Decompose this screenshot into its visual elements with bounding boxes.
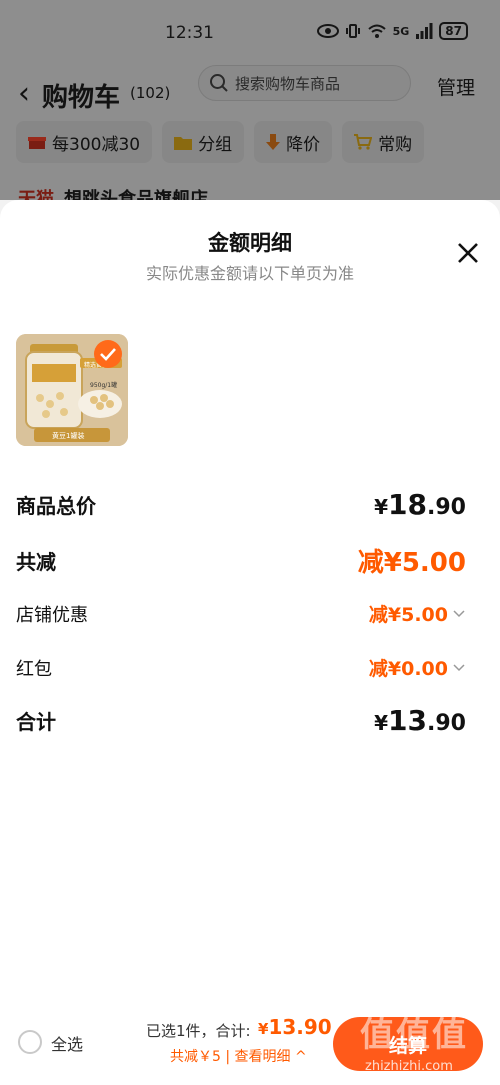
store-discount-value: 减¥5.00	[368, 604, 448, 626]
select-all-label[interactable]: 全选	[51, 1031, 83, 1055]
chevron-down-icon	[453, 609, 465, 617]
folder-icon	[174, 136, 193, 150]
subtotal-value: ¥18.90	[374, 488, 466, 521]
total-reduce-value: 减¥5.00	[357, 548, 466, 578]
down-arrow-icon	[266, 134, 281, 150]
total-row: 合计 ¥13.90	[16, 704, 466, 737]
filter-chip-frequent[interactable]: 常购	[342, 121, 425, 163]
filter-chip-group[interactable]: 分组	[162, 121, 245, 163]
select-all-radio[interactable]	[18, 1030, 42, 1054]
gift-icon	[28, 137, 46, 149]
sheet-title: 金额明细	[208, 231, 292, 255]
product-tag-label: 黄豆1罐装	[52, 432, 85, 440]
total-label: 合计	[16, 710, 56, 734]
total-reduce-row: 共减 减¥5.00	[16, 542, 466, 579]
filter-chip-label: 分组	[198, 134, 233, 155]
filter-chip-label: 常购	[378, 134, 413, 155]
selected-info: 已选1件，合计:	[146, 1022, 251, 1040]
amount-detail-sheet: 金额明细 实际优惠金额请以下单页为准 精选黄豆 950g/1罐 黄豆1罐装 商品…	[0, 200, 500, 1085]
battery-icon: 87	[439, 22, 468, 40]
filter-chip-price-drop[interactable]: 降价	[254, 121, 333, 163]
sheet-subtitle: 实际优惠金额请以下单页为准	[145, 264, 354, 283]
red-packet-value: 减¥0.00	[368, 658, 448, 680]
chevron-up-icon: ^	[295, 1049, 307, 1065]
reduce-info[interactable]: 共减￥5 | 查看明细 ^	[170, 1046, 307, 1066]
selected-check-icon	[94, 340, 122, 368]
watermark-logo: 值值值	[360, 1015, 468, 1055]
back-arrow-icon[interactable]: ‹	[18, 76, 30, 111]
wifi-icon	[367, 24, 386, 38]
bottom-bar: 全选 已选1件，合计: ¥13.90 共减￥5 | 查看明细 ^ 结算 值值值 …	[0, 1005, 500, 1085]
cart-header: ‹ 购物车 (102) 搜索购物车商品 管理 每300减30 分组 降价 常购 …	[0, 62, 500, 210]
view-detail-link[interactable]: 查看明细	[235, 1049, 291, 1065]
red-packet-value-wrap: 减¥0.00	[369, 654, 466, 681]
filter-bar: 每300减30 分组 降价 常购	[16, 121, 425, 163]
total-value: ¥13.90	[374, 704, 466, 737]
manage-button[interactable]: 管理	[437, 73, 475, 100]
watermark-url: zhizhizhi.com	[365, 1059, 453, 1074]
page-title: 购物车	[42, 83, 121, 113]
eye-icon	[316, 24, 339, 38]
red-packet-row[interactable]: 红包 减¥0.00	[16, 654, 466, 681]
status-bar: 12:31 5G 87	[0, 0, 500, 62]
red-packet-label: 红包	[16, 658, 52, 680]
status-time: 12:31	[165, 23, 214, 43]
bottom-total-price: ¥13.90	[258, 1015, 332, 1039]
subtotal-label: 商品总价	[16, 494, 96, 518]
total-reduce-label: 共减	[16, 550, 56, 574]
subtotal-row: 商品总价 ¥18.90	[16, 488, 466, 521]
chevron-down-icon	[453, 663, 465, 671]
filter-chip-discount[interactable]: 每300减30	[16, 121, 153, 163]
filter-chip-label: 每300减30	[52, 134, 141, 155]
cart-count: (102)	[130, 84, 171, 102]
store-discount-label: 店铺优惠	[16, 604, 88, 626]
search-placeholder: 搜索购物车商品	[235, 74, 341, 93]
close-icon[interactable]	[453, 238, 483, 268]
search-icon	[210, 74, 228, 92]
status-icons: 5G 87	[316, 22, 468, 40]
filter-chip-label: 降价	[286, 134, 321, 155]
store-discount-row[interactable]: 店铺优惠 减¥5.00	[16, 600, 466, 627]
cart-icon	[354, 134, 373, 150]
vibrate-icon	[345, 24, 360, 38]
product-weight-label: 950g/1罐	[90, 382, 118, 389]
store-discount-value-wrap: 减¥5.00	[369, 600, 466, 627]
product-thumbnail[interactable]: 精选黄豆 950g/1罐 黄豆1罐装	[16, 334, 128, 446]
network-label: 5G	[392, 24, 410, 38]
search-input[interactable]: 搜索购物车商品	[198, 65, 411, 101]
signal-icon	[416, 23, 433, 39]
